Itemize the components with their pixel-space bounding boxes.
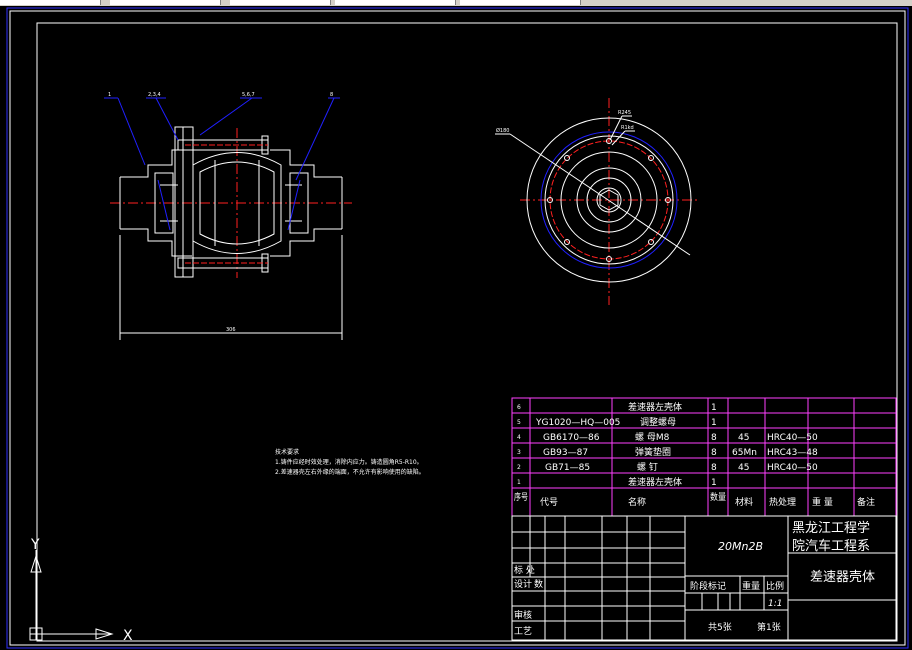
sheet-border — [9, 10, 906, 646]
bom-row: 3 GB93—87 弹簧垫圈 8 65Mn HRC43—48 — [517, 446, 818, 458]
bom-cell-code: GB71—85 — [545, 463, 590, 473]
ucs-icon — [29, 550, 114, 641]
bom-cell-material: 65Mn — [732, 448, 757, 458]
bom-cell-heat: HRC40—50 — [767, 463, 818, 473]
balloon-label: 1 — [108, 92, 111, 98]
tb-scale-label: 比例 — [766, 580, 784, 592]
bom-row: 4 GB6170—86 螺 母M8 8 45 HRC40—50 — [517, 432, 818, 443]
leader-lines — [104, 97, 340, 181]
tb-sheets: 共5张 — [708, 622, 732, 633]
bom-cell-no: 5 — [517, 419, 521, 426]
bom-cell-name: 差速器左壳体 — [628, 476, 682, 488]
bom-row: 2 GB71—85 螺 钉 8 45 HRC40—50 — [517, 462, 818, 473]
bom-cell-material: 45 — [738, 463, 749, 473]
tb-sheji: 设计 — [514, 578, 532, 590]
bom-header-weight: 重 量 — [812, 496, 833, 508]
tech-req-heading: 技术要求 — [275, 448, 299, 456]
bom-header-name: 名称 — [628, 496, 646, 508]
dimension-radius: R1kd — [621, 125, 634, 131]
bom-header-material: 材料 — [735, 496, 753, 508]
bom-cell-qty: 8 — [711, 448, 717, 458]
outer-frame — [6, 7, 909, 649]
end-view — [495, 98, 700, 305]
bom-cell-qty: 1 — [711, 403, 717, 413]
bom-row: 6 差速器左壳体 1 — [517, 401, 717, 413]
dimension-diameter: Ø180 — [496, 127, 509, 134]
bom-header-no: 序号 — [514, 491, 528, 503]
bom-cell-no: 4 — [517, 434, 521, 441]
bom-cell-name: 弹簧垫圈 — [635, 446, 671, 458]
tb-stage-mark: 阶段标记 — [690, 580, 726, 592]
drawing-frame — [36, 22, 898, 642]
side-section-view — [110, 126, 352, 340]
tb-scale: 1:1 — [768, 599, 782, 609]
balloon-label: 8 — [330, 92, 333, 98]
bom-rows: 6 差速器左壳体 1 5 YG1020—HQ—005 调整螺母 1 4 GB61… — [514, 401, 875, 508]
bom-header-heat: 热处理 — [769, 496, 796, 508]
tb-material: 20Mn2B — [718, 540, 763, 553]
bom-cell-heat: HRC43—48 — [767, 448, 818, 458]
cad-canvas[interactable]: 306 1 2,3,4 5,6,7 8 Ø180 R245 R1kd 技术要求 … — [0, 0, 912, 650]
bom-cell-heat: HRC40—50 — [767, 433, 818, 443]
bom-cell-no: 3 — [517, 449, 521, 456]
tb-sheet-no: 第1张 — [757, 621, 781, 633]
bom-header-qty: 数量 — [710, 491, 726, 503]
ucs-x-label: X — [123, 628, 133, 644]
balloon-label: 2,3,4 — [148, 92, 161, 98]
bom-cell-name: 差速器左壳体 — [628, 401, 682, 413]
tb-shu: 数 — [534, 578, 543, 590]
tb-org-line1: 黑龙江工程学 — [792, 520, 870, 536]
bom-cell-name: 螺 母M8 — [635, 432, 670, 443]
bom-row: 1 差速器左壳体 1 — [517, 476, 717, 488]
bom-cell-no: 2 — [517, 464, 521, 471]
bom-cell-qty: 1 — [711, 478, 717, 488]
bom-cell-qty: 8 — [711, 433, 717, 443]
tb-org-line2: 院汽车工程系 — [792, 538, 870, 554]
tb-weight: 重量 — [742, 580, 760, 592]
bom-cell-name: 螺 钉 — [637, 462, 658, 473]
bom-cell-code: YG1020—HQ—005 — [535, 418, 620, 428]
tech-req-item: 2.差速器壳左右外缘的端面，不允许有影响使用的缺陷。 — [275, 468, 425, 476]
bom-header: 序号 代号 名称 数量 材料 热处理 重 量 备注 — [514, 491, 875, 508]
tb-gongyi: 工艺 — [514, 626, 532, 637]
bom-header-note: 备注 — [857, 496, 875, 508]
bom-header-code: 代号 — [540, 497, 558, 508]
bom-cell-no: 6 — [517, 404, 521, 411]
bom-cell-material: 45 — [738, 433, 749, 443]
title-block-text: 20Mn2B 黑龙江工程学 院汽车工程系 差速器壳体 标 处 设计 数 审核 工… — [514, 520, 875, 637]
balloon-label: 5,6,7 — [242, 92, 255, 98]
tb-shenhe: 审核 — [514, 609, 532, 621]
bom-cell-no: 1 — [517, 479, 521, 486]
tech-req-item: 1.铸件应经时效处理，消除内应力。铸造圆角R5-R10。 — [275, 458, 423, 466]
bom-cell-code: GB93—87 — [543, 448, 588, 458]
tb-drawing-title: 差速器壳体 — [810, 570, 875, 585]
tb-biaochu: 标 处 — [514, 564, 535, 576]
bom-cell-qty: 8 — [711, 463, 717, 473]
bom-cell-name: 调整螺母 — [640, 416, 676, 428]
technical-requirements: 技术要求 1.铸件应经时效处理，消除内应力。铸造圆角R5-R10。 2.差速器壳… — [275, 448, 425, 476]
ucs-y-label: Y — [30, 537, 40, 553]
bom-cell-qty: 1 — [711, 418, 717, 428]
dimension-radius: R245 — [618, 110, 631, 116]
bom-cell-code: GB6170—86 — [543, 433, 600, 443]
bom-row: 5 YG1020—HQ—005 调整螺母 1 — [517, 416, 717, 428]
dimension-overall-length: 306 — [226, 327, 236, 333]
